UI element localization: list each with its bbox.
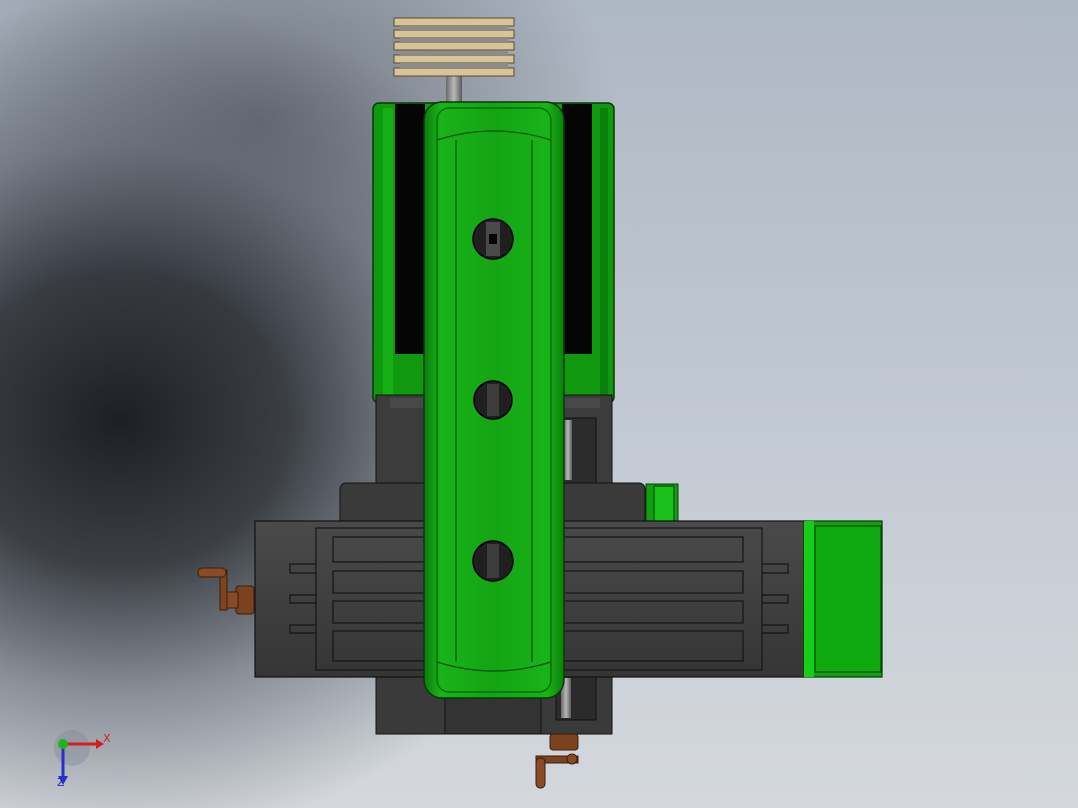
column-slot-right	[562, 104, 592, 354]
triad-z-label: Z	[57, 776, 65, 789]
crank-handle-left[interactable]	[197, 567, 255, 615]
column-slot-left	[395, 104, 425, 354]
spindle-hole-bottom	[472, 540, 514, 582]
work-table[interactable]	[254, 520, 883, 678]
spindle-hole-top	[472, 218, 514, 260]
milling-machine-model[interactable]	[0, 0, 1078, 808]
spindle-hole-middle	[473, 380, 513, 420]
leadscrew	[564, 420, 572, 480]
triad-x-label: X	[103, 732, 111, 745]
3d-viewport[interactable]: X Z	[0, 0, 1078, 808]
y-axis-arrow	[58, 739, 68, 749]
pulley-stack[interactable]	[393, 17, 515, 106]
crank-handle-bottom[interactable]	[535, 733, 579, 789]
side-green-block[interactable]	[645, 483, 679, 525]
pulley-disc	[393, 17, 515, 77]
